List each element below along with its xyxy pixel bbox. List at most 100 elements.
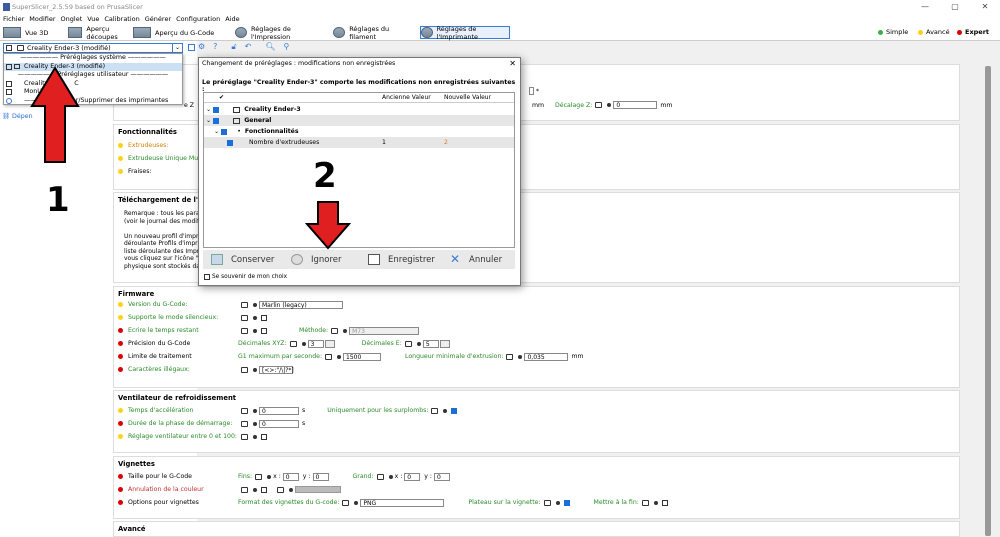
mettre-fin-checkbox[interactable] <box>661 499 668 506</box>
lock-icon[interactable]: 🔓︎ <box>231 42 236 52</box>
dec-xyz-input[interactable]: 3 <box>307 339 324 348</box>
plateau-checkbox[interactable] <box>563 499 570 506</box>
grand-y-input[interactable]: 0 <box>434 472 451 481</box>
lock-icon[interactable] <box>641 499 649 506</box>
lock-icon[interactable] <box>325 353 333 360</box>
minimize-button[interactable]: — <box>910 0 940 14</box>
menu-aide[interactable]: Aide <box>225 15 239 23</box>
chevron-down-icon[interactable]: ⌄ <box>206 117 211 124</box>
lock-icon[interactable] <box>431 407 439 414</box>
close-window-button[interactable]: ✕ <box>970 0 1000 14</box>
lock-icon[interactable] <box>289 340 297 347</box>
lock-icon[interactable] <box>255 473 263 480</box>
row-checkbox[interactable] <box>227 139 233 146</box>
lock-icon[interactable] <box>241 366 248 373</box>
lock-icon[interactable] <box>543 499 551 506</box>
menu-calibration[interactable]: Calibration <box>104 15 139 23</box>
temps-restant-checkbox[interactable] <box>261 327 267 334</box>
decalage-z-input[interactable]: 0 <box>613 101 658 109</box>
reglage-checkbox[interactable] <box>261 433 267 440</box>
longueur-input[interactable]: 0,035 <box>524 352 569 361</box>
mode-simple[interactable]: Simple <box>878 28 908 36</box>
ignorer-button[interactable]: Ignorer <box>286 252 360 267</box>
lock-icon[interactable] <box>277 486 284 493</box>
surplomb-checkbox[interactable] <box>451 407 458 414</box>
annuler-button[interactable]: ✕ Annuler <box>444 252 514 267</box>
lock-icon[interactable] <box>506 353 514 360</box>
lock-icon[interactable] <box>241 420 248 427</box>
dec-e-spin[interactable] <box>439 339 450 348</box>
lock-icon[interactable] <box>376 473 384 480</box>
methode-select[interactable]: M73 <box>349 326 420 335</box>
lock-icon[interactable] <box>241 407 248 414</box>
lock-icon[interactable] <box>404 340 412 347</box>
fins-y-input[interactable]: 0 <box>312 472 329 481</box>
link-icon: ⛓ <box>2 113 10 120</box>
tree-row-printer[interactable]: ⌄ Creality Ender-3 <box>204 104 514 115</box>
illegal-chars-input[interactable]: [<>:"/\|?*] <box>259 365 294 374</box>
tree-header: ✔ Ancienne Valeur Nouvelle Valeur <box>204 93 514 103</box>
lock-icon[interactable] <box>595 102 603 108</box>
maximize-button[interactable]: ▢ <box>940 0 970 14</box>
tree-row-nombre-extrudeuses[interactable]: Nombre d'extrudeuses 1 2 <box>204 137 514 148</box>
menu-vue[interactable]: Vue <box>87 15 99 23</box>
lock-icon[interactable] <box>241 301 248 308</box>
tab-apercu-decoupes[interactable]: Aperçu découpes <box>68 25 130 41</box>
lock-icon[interactable] <box>241 433 248 440</box>
chevron-down-icon[interactable]: ⌄ <box>206 106 211 113</box>
remember-choice[interactable]: Se souvenir de mon choix <box>202 274 287 280</box>
scrollbar-thumb[interactable] <box>985 66 991 536</box>
dec-xyz-spin[interactable] <box>324 339 335 348</box>
dropdown-header-system: —————— Préréglages système —————— <box>20 54 166 61</box>
lock-icon[interactable] <box>241 327 248 334</box>
acceleration-input[interactable]: 0 <box>259 406 299 415</box>
menu-fichier[interactable]: Fichier <box>3 15 24 23</box>
hidden-input[interactable] <box>529 87 534 95</box>
lock-icon[interactable] <box>241 314 248 321</box>
tab-vue-3d[interactable]: Vue 3D <box>3 26 63 39</box>
tree-row-fonctionnalites[interactable]: ⌄ • Fonctionnalités <box>204 126 514 137</box>
mode-expert[interactable]: Expert <box>957 28 989 36</box>
version-gcode-select[interactable]: Marlin (legacy) <box>259 300 343 309</box>
row-checkbox[interactable] <box>213 117 220 124</box>
printer-icon <box>6 80 12 87</box>
tab-apercu-gcode[interactable]: Aperçu du G-Code <box>133 26 223 39</box>
menu-configuration[interactable]: Configuration <box>176 15 220 23</box>
grand-x-input[interactable]: 0 <box>404 472 421 481</box>
fins-x-input[interactable]: 0 <box>282 472 299 481</box>
gear-icon[interactable]: ⚙ <box>198 42 205 52</box>
dependencies-link[interactable]: ⛓ Dépen <box>2 112 33 120</box>
compare-icon[interactable]: ⚲ <box>283 42 289 52</box>
chevron-down-icon[interactable]: ⌄ <box>214 128 219 135</box>
tree-row-general[interactable]: ⌄ General <box>204 115 514 126</box>
enregistrer-button[interactable]: Enregistrer <box>363 252 441 267</box>
tab-reglages-filament[interactable]: Réglages du filament <box>333 25 413 41</box>
menu-generer[interactable]: Générer <box>145 15 171 23</box>
format-select[interactable]: PNG <box>360 498 445 507</box>
g1-input[interactable]: 1500 <box>343 352 382 361</box>
color-swatch[interactable] <box>295 486 341 493</box>
tab-reglages-impression[interactable]: Réglages de l'Impression <box>235 25 325 41</box>
printer-preset-combo[interactable]: Creality Ender-3 (modifié) ⌄ <box>3 43 183 53</box>
conserver-button[interactable]: Conserver <box>206 252 283 267</box>
remember-checkbox[interactable] <box>204 274 210 280</box>
search-icon[interactable]: 🔍︎ <box>265 42 275 52</box>
menu-onglet[interactable]: Onglet <box>61 15 83 23</box>
annulation-checkbox[interactable] <box>261 486 267 493</box>
dec-e-input[interactable]: 5 <box>422 339 439 348</box>
tab-reglages-imprimante[interactable]: Réglages de l'Imprimante <box>420 25 510 41</box>
silent-mode-checkbox[interactable] <box>261 314 267 321</box>
save-icon[interactable] <box>188 44 195 51</box>
row-checkbox[interactable] <box>213 106 220 113</box>
menu-modifier[interactable]: Modifier <box>29 15 55 23</box>
chevron-down-icon[interactable]: ⌄ <box>172 44 182 52</box>
undo-icon[interactable]: ↶ <box>245 42 252 52</box>
question-icon[interactable]: ? <box>213 42 217 52</box>
lock-icon[interactable] <box>241 486 248 493</box>
dialog-close-button[interactable]: ✕ <box>509 59 516 68</box>
demarrage-input[interactable]: 0 <box>259 419 299 428</box>
lock-icon[interactable] <box>331 327 339 334</box>
lock-icon[interactable] <box>342 499 350 506</box>
row-checkbox[interactable] <box>221 128 228 135</box>
mode-advanced[interactable]: Avancé <box>918 28 950 36</box>
